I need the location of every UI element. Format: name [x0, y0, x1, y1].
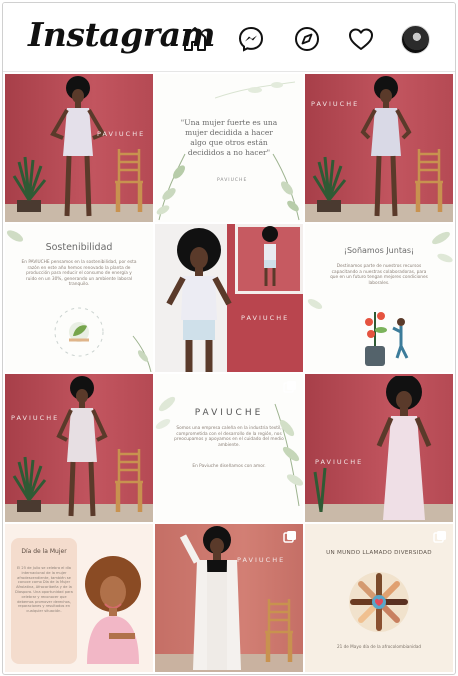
chair-illustration [115, 449, 143, 512]
post-quote[interactable]: "Una mujer fuerte es una mujer decidida … [155, 74, 303, 222]
brand-watermark: PAVIUCHE [311, 100, 360, 108]
post-title: UN MUNDO LLAMADO DIVERSIDAD [326, 550, 432, 556]
top-navigation-bar: Instagram [3, 3, 455, 72]
model-figure [179, 526, 241, 670]
chair-illustration [115, 149, 143, 212]
model-figure [376, 376, 432, 520]
activity-heart-icon[interactable] [347, 25, 375, 53]
explore-icon[interactable] [293, 25, 321, 53]
post-description: Destinamos parte de nuestros recursos ca… [330, 264, 428, 286]
instagram-window: Instagram PAVIUCHE "Una mujer fuerte es … [2, 2, 456, 675]
messenger-icon[interactable] [237, 25, 265, 53]
model-figure [262, 226, 278, 286]
post-photo-5[interactable]: PAVIUCHE [155, 524, 303, 672]
brand-watermark: PAVIUCHE [217, 178, 248, 183]
woman-illustration [85, 556, 141, 664]
post-sostenibilidad[interactable]: Sostenibilidad En PAVIUCHE pensamos en l… [5, 224, 153, 372]
post-description: En PAVIUCHE pensamos en la sostenibilida… [21, 260, 137, 288]
brand-watermark: PAVIUCHE [241, 314, 290, 322]
plant-illustration [312, 156, 347, 212]
post-diversidad[interactable]: UN MUNDO LLAMADO DIVERSIDAD 21 de Mayo d… [305, 524, 453, 672]
post-photo-4[interactable]: PAVIUCHE [305, 374, 453, 522]
post-photo-2[interactable]: PAVIUCHE [305, 74, 453, 222]
recycling-circle-icon [54, 307, 104, 357]
carousel-icon [283, 531, 296, 543]
post-sonamos-juntas[interactable]: ¡Soñamos Juntas¡ Destinamos parte de nue… [305, 224, 453, 372]
hands-circle-illustration [349, 572, 409, 632]
post-photo-3[interactable]: PAVIUCHE [5, 374, 153, 522]
plant-illustration [12, 156, 47, 212]
model-figure [56, 376, 108, 517]
brand-watermark: PAVIUCHE [11, 414, 60, 422]
post-about[interactable]: PAVIUCHE Somos una empresa caleña en la … [155, 374, 303, 522]
chair-illustration [265, 599, 293, 662]
brand-watermark: PAVIUCHE [315, 458, 364, 466]
leaf-decoration [274, 403, 303, 507]
leaf-decoration [132, 335, 152, 372]
leaf-decoration [215, 81, 295, 99]
post-title: Día de la Mujer [21, 548, 67, 555]
leaf-decoration [6, 230, 24, 242]
model-figure [166, 228, 232, 372]
carousel-icon [283, 381, 296, 393]
leaf-decoration [432, 231, 453, 263]
profile-avatar[interactable] [401, 25, 430, 54]
carousel-icon [433, 531, 446, 543]
post-description: El 25 de Julio se celebra el día interna… [15, 566, 73, 614]
model-figure [50, 76, 106, 217]
brand-watermark: PAVIUCHE [237, 556, 286, 564]
post-dia-de-la-mujer[interactable]: Día de la Mujer El 25 de Julio se celebr… [5, 524, 153, 672]
post-caption: 21 de Mayo día de la afrocolombianidad [336, 644, 422, 649]
model-figure [360, 76, 412, 217]
leaf-decoration [307, 298, 323, 310]
brand-watermark: PAVIUCHE [97, 130, 146, 138]
post-photo-1[interactable]: PAVIUCHE [5, 74, 153, 222]
leaf-decoration [155, 396, 176, 430]
growth-illustration [365, 312, 409, 366]
home-icon[interactable] [181, 25, 209, 53]
quote-text: "Una mujer fuerte es una mujer decidida … [180, 118, 278, 157]
post-photo-collage[interactable]: PAVIUCHE [155, 224, 303, 372]
plant-illustration [12, 456, 47, 512]
